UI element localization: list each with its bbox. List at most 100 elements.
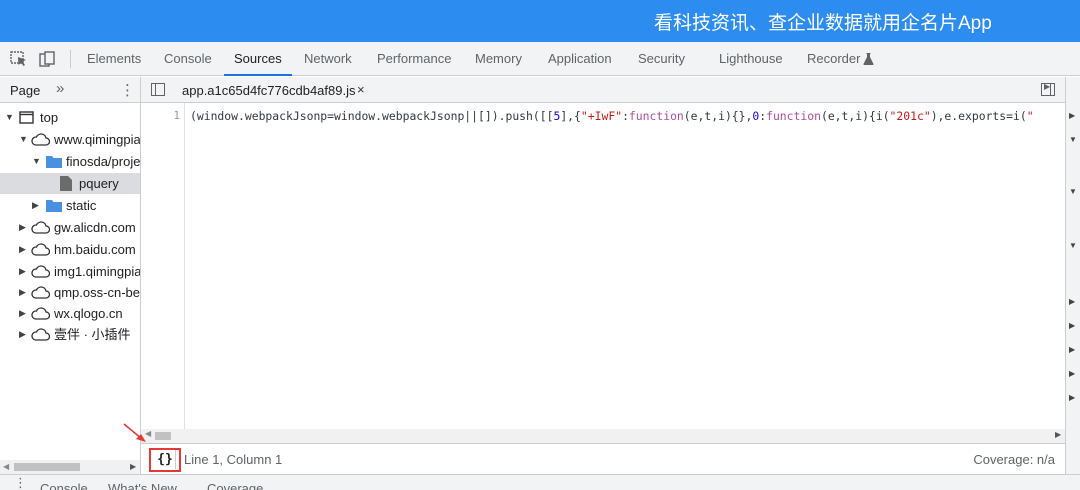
device-toggle-icon[interactable] bbox=[38, 51, 56, 67]
expanded-triangle-icon[interactable]: ▼ bbox=[19, 129, 28, 150]
tab-sources[interactable]: Sources bbox=[224, 42, 292, 76]
section-collapsed-icon[interactable]: ▶ bbox=[1069, 369, 1075, 378]
source-editor: app.a1c65d4fc776cdb4af89.js × ▶ 1 (windo… bbox=[141, 77, 1065, 474]
collapsed-triangle-icon[interactable]: ▶ bbox=[19, 303, 26, 324]
tree-item-file-selected[interactable]: pquery bbox=[0, 173, 140, 194]
section-collapsed-icon[interactable]: ▶ bbox=[1069, 321, 1075, 330]
code-line[interactable]: (window.webpackJsonp=window.webpackJsonp… bbox=[190, 109, 1062, 123]
promo-banner: 看科技资讯、查企业数据就用企名片App bbox=[0, 0, 1080, 42]
flask-icon bbox=[863, 53, 874, 65]
tree-item-folder[interactable]: ▼ finosda/project bbox=[0, 151, 140, 172]
tab-console[interactable]: Console bbox=[164, 42, 212, 76]
folder-icon bbox=[46, 156, 62, 168]
drawer-tab-coverage[interactable]: Coverage bbox=[207, 481, 263, 490]
cloud-icon bbox=[31, 221, 50, 234]
tree-item-label: gw.alicdn.com bbox=[54, 220, 136, 235]
code-token: " bbox=[1026, 109, 1034, 123]
tab-memory[interactable]: Memory bbox=[475, 42, 522, 76]
cloud-icon bbox=[31, 133, 50, 146]
collapsed-triangle-icon[interactable]: ▶ bbox=[19, 282, 26, 303]
tree-item-label: pquery bbox=[79, 176, 119, 191]
tree-item-label: www.qimingpian.com bbox=[54, 132, 141, 147]
drawer-tab-console[interactable]: Console bbox=[40, 481, 88, 490]
cloud-icon bbox=[31, 265, 50, 278]
code-token: : bbox=[622, 109, 629, 123]
tab-network[interactable]: Network bbox=[304, 42, 352, 76]
cloud-icon bbox=[31, 243, 50, 256]
editor-status-bar: {} Line 1, Column 1 Coverage: n/a bbox=[141, 443, 1065, 474]
code-token: function bbox=[766, 109, 821, 123]
toolbar-divider bbox=[70, 50, 71, 68]
collapsed-triangle-icon[interactable]: ▶ bbox=[32, 195, 39, 216]
section-collapsed-icon[interactable]: ▶ bbox=[1069, 297, 1075, 306]
code-token: "201c" bbox=[889, 109, 931, 123]
expanded-triangle-icon[interactable]: ▼ bbox=[5, 107, 14, 128]
code-token: function bbox=[628, 109, 684, 123]
collapsed-triangle-icon[interactable]: ▶ bbox=[19, 217, 26, 238]
toggle-navigator-icon[interactable] bbox=[151, 83, 165, 96]
inspect-cursor-icon[interactable] bbox=[10, 51, 28, 67]
close-icon[interactable]: × bbox=[357, 82, 365, 97]
section-expanded-icon[interactable]: ▼ bbox=[1069, 135, 1077, 144]
tab-lighthouse[interactable]: Lighthouse bbox=[719, 42, 783, 76]
code-token: ],{ bbox=[560, 109, 581, 123]
tab-performance[interactable]: Performance bbox=[377, 42, 451, 76]
section-expanded-icon[interactable]: ▼ bbox=[1069, 187, 1077, 196]
tree-item-top[interactable]: ▼ top bbox=[0, 107, 140, 128]
scrollbar-thumb[interactable] bbox=[155, 432, 171, 440]
tree-item-folder[interactable]: ▶ static bbox=[0, 195, 140, 216]
line-number: 1 bbox=[173, 109, 180, 122]
scroll-right-icon[interactable]: ▶ bbox=[1055, 430, 1061, 439]
tree-item-domain[interactable]: ▶ wx.qlogo.cn bbox=[0, 303, 140, 324]
debugger-sidebar-collapsed: ▶ ▼ ▼ ▼ ▶ ▶ ▶ ▶ ▶ bbox=[1065, 77, 1080, 474]
cloud-icon bbox=[31, 328, 50, 341]
editor-horizontal-scrollbar[interactable]: ◀ ▶ bbox=[141, 429, 1065, 443]
tab-security[interactable]: Security bbox=[638, 42, 685, 76]
collapsed-triangle-icon[interactable]: ▶ bbox=[19, 261, 26, 282]
navigator-pane: Page » ⋮ ▼ top ▼ www.qimingpian.com ▼ fi… bbox=[0, 77, 141, 474]
tree-item-domain[interactable]: ▶ hm.baidu.com bbox=[0, 239, 140, 260]
drawer-tab-whats-new[interactable]: What's New bbox=[108, 481, 177, 490]
code-token: (e,t,i){i( bbox=[820, 109, 890, 123]
section-collapsed-icon[interactable]: ▶ bbox=[1069, 393, 1075, 402]
collapsed-triangle-icon[interactable]: ▶ bbox=[19, 239, 26, 260]
tree-item-domain[interactable]: ▶ img1.qimingpian.com bbox=[0, 261, 140, 282]
section-collapsed-icon[interactable]: ▶ bbox=[1069, 345, 1075, 354]
tree-item-label: static bbox=[66, 198, 97, 213]
tree-item-label: qmp.oss-cn-beijing bbox=[54, 285, 140, 300]
tab-application[interactable]: Application bbox=[548, 42, 612, 76]
navigator-menu-button[interactable]: ⋮ bbox=[120, 81, 135, 99]
bottom-drawer: ⋮ Console What's New Coverage bbox=[0, 474, 1080, 490]
tab-page[interactable]: Page bbox=[10, 83, 40, 98]
code-token: ),e.exports=i( bbox=[930, 109, 1027, 123]
drawer-menu-button[interactable]: ⋮ bbox=[14, 476, 27, 489]
file-icon bbox=[60, 176, 72, 191]
status-divider bbox=[175, 450, 176, 469]
tab-recorder[interactable]: Recorder bbox=[807, 42, 860, 76]
section-collapsed-icon[interactable]: ▶ bbox=[1069, 111, 1075, 120]
more-tabs-button[interactable]: » bbox=[56, 80, 64, 97]
pretty-print-button[interactable]: {} bbox=[149, 448, 181, 472]
frame-icon bbox=[19, 111, 34, 124]
collapsed-triangle-icon[interactable]: ▶ bbox=[19, 324, 26, 345]
toggle-debugger-icon[interactable]: ▶ bbox=[1041, 82, 1055, 96]
tree-item-label: 壹伴 · 小插件 bbox=[54, 327, 131, 342]
cloud-icon bbox=[31, 307, 50, 320]
tree-item-domain[interactable]: ▶ qmp.oss-cn-beijing bbox=[0, 282, 140, 303]
section-expanded-icon[interactable]: ▼ bbox=[1069, 241, 1077, 250]
tab-elements[interactable]: Elements bbox=[87, 42, 141, 76]
folder-icon bbox=[46, 200, 62, 212]
tree-item-domain[interactable]: ▼ www.qimingpian.com bbox=[0, 129, 141, 150]
tree-item-domain[interactable]: ▶ gw.alicdn.com bbox=[0, 217, 140, 238]
scroll-right-icon[interactable]: ▶ bbox=[130, 462, 136, 471]
scrollbar-thumb[interactable] bbox=[14, 463, 80, 471]
cloud-icon bbox=[31, 286, 50, 299]
scroll-left-icon[interactable]: ◀ bbox=[3, 462, 9, 471]
editor-file-tab[interactable]: app.a1c65d4fc776cdb4af89.js bbox=[182, 83, 355, 98]
cursor-position: Line 1, Column 1 bbox=[184, 452, 283, 467]
navigator-horizontal-scrollbar[interactable]: ◀ ▶ bbox=[0, 460, 140, 474]
coverage-status: Coverage: n/a bbox=[973, 452, 1055, 467]
code-token: "+IwF" bbox=[580, 109, 623, 123]
expanded-triangle-icon[interactable]: ▼ bbox=[32, 151, 41, 172]
tree-item-extension[interactable]: ▶ 壹伴 · 小插件 bbox=[0, 324, 140, 345]
